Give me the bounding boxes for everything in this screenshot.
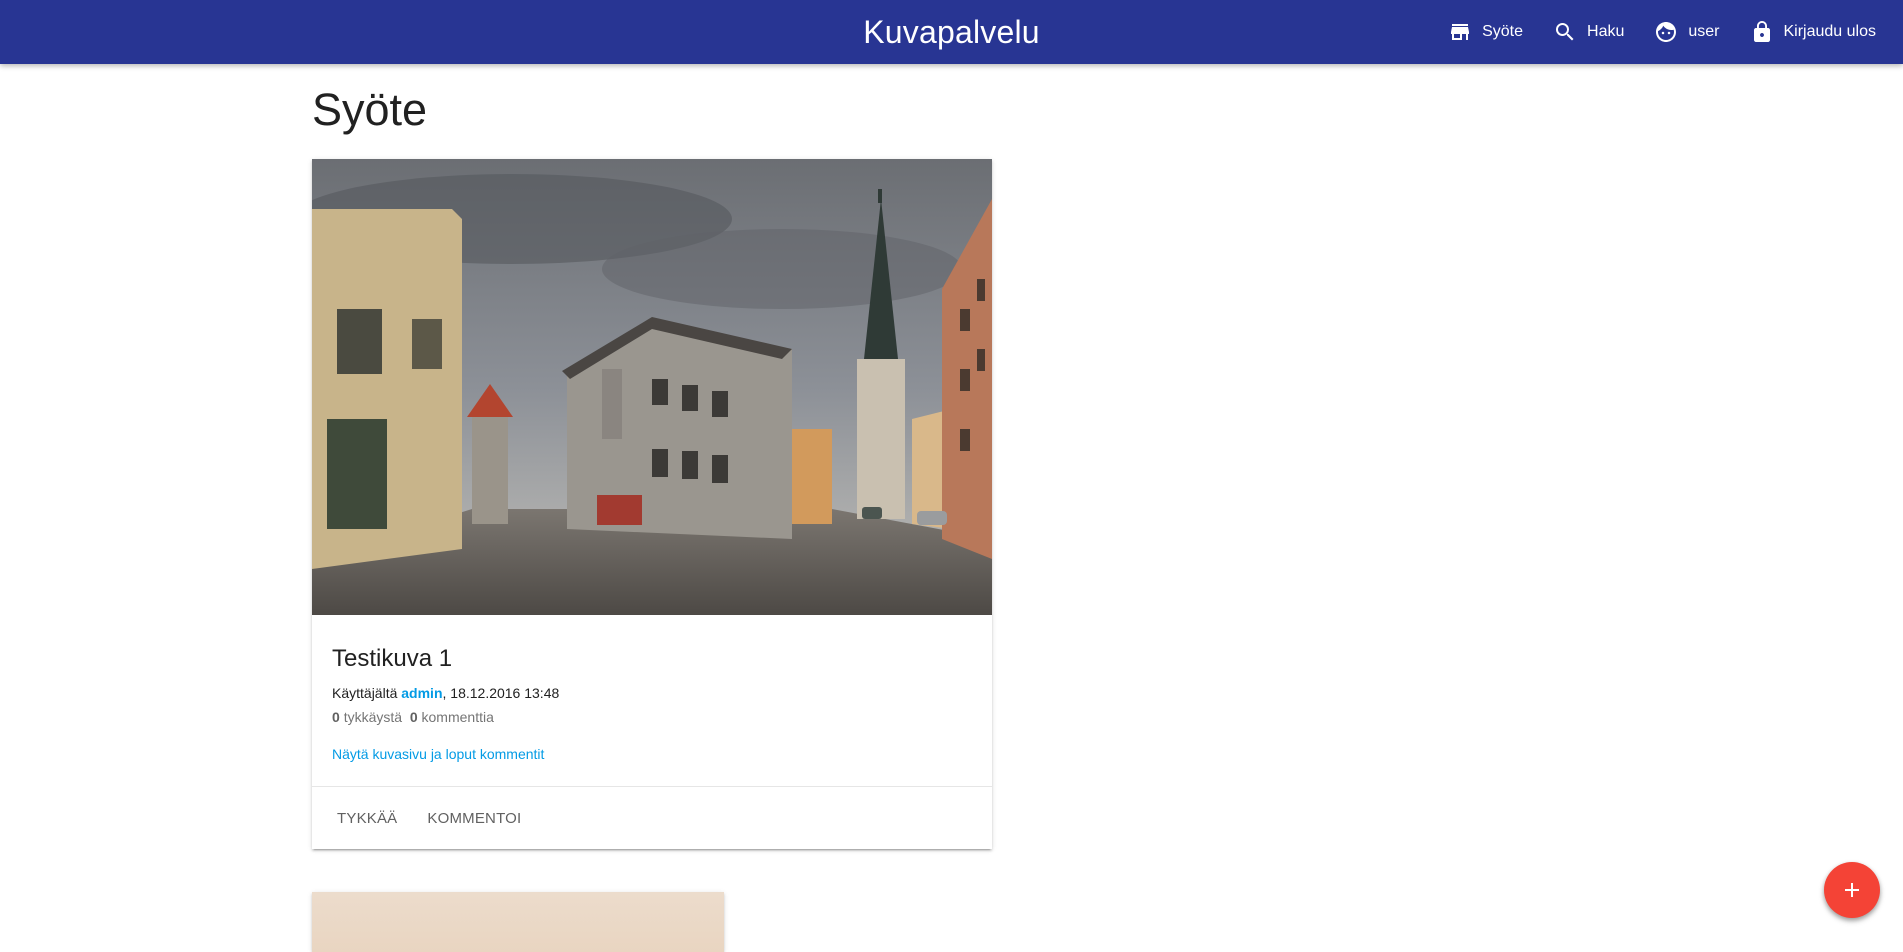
search-icon <box>1553 20 1587 44</box>
post-meta-prefix: Käyttäjältä <box>332 685 398 701</box>
nav-label-search: Haku <box>1587 23 1625 40</box>
post-date: , 18.12.2016 13:48 <box>442 685 560 701</box>
post-meta: Käyttäjältä admin, 18.12.2016 13:48 <box>332 685 559 701</box>
lock-icon <box>1750 20 1784 44</box>
comment-button[interactable]: KOMMENTOI <box>412 802 536 835</box>
add-post-button[interactable] <box>1824 862 1880 918</box>
nav-label-user: user <box>1688 23 1720 40</box>
like-button[interactable]: TYKKÄÄ <box>322 802 412 835</box>
top-nav: Syöte Haku user Kirjaudu ulos <box>1433 0 1891 64</box>
face-icon <box>1654 20 1688 44</box>
like-count: 0 <box>332 709 340 725</box>
page-title: Syöte <box>312 84 428 135</box>
app-bar: Kuvapalvelu Syöte Haku user Kirjaudu ulo… <box>0 0 1903 64</box>
post-card: Testikuva 1 Käyttäjältä admin, 18.12.201… <box>312 159 992 849</box>
nav-item-feed[interactable]: Syöte <box>1433 0 1538 64</box>
like-count-label: tykkäystä <box>343 709 403 725</box>
comment-count-label: kommenttia <box>421 709 494 725</box>
post-title: Testikuva 1 <box>332 645 453 672</box>
post-actions: TYKKÄÄ KOMMENTOI <box>312 786 992 850</box>
add-icon <box>1840 878 1864 902</box>
post-stats: 0 tykkäystä 0 kommenttia <box>332 709 494 725</box>
post-author-link[interactable]: admin <box>401 685 442 701</box>
post-image-next[interactable] <box>312 892 724 952</box>
post-card-next <box>312 892 724 952</box>
nav-item-logout[interactable]: Kirjaudu ulos <box>1735 0 1892 64</box>
nav-item-user[interactable]: user <box>1639 0 1734 64</box>
store-icon <box>1448 20 1482 44</box>
nav-label-logout: Kirjaudu ulos <box>1783 23 1877 40</box>
view-post-link[interactable]: Näytä kuvasivu ja loput kommentit <box>332 746 544 762</box>
nav-label-feed: Syöte <box>1482 23 1524 40</box>
post-image[interactable] <box>312 159 992 615</box>
nav-item-search[interactable]: Haku <box>1538 0 1639 64</box>
comment-count: 0 <box>409 709 418 725</box>
